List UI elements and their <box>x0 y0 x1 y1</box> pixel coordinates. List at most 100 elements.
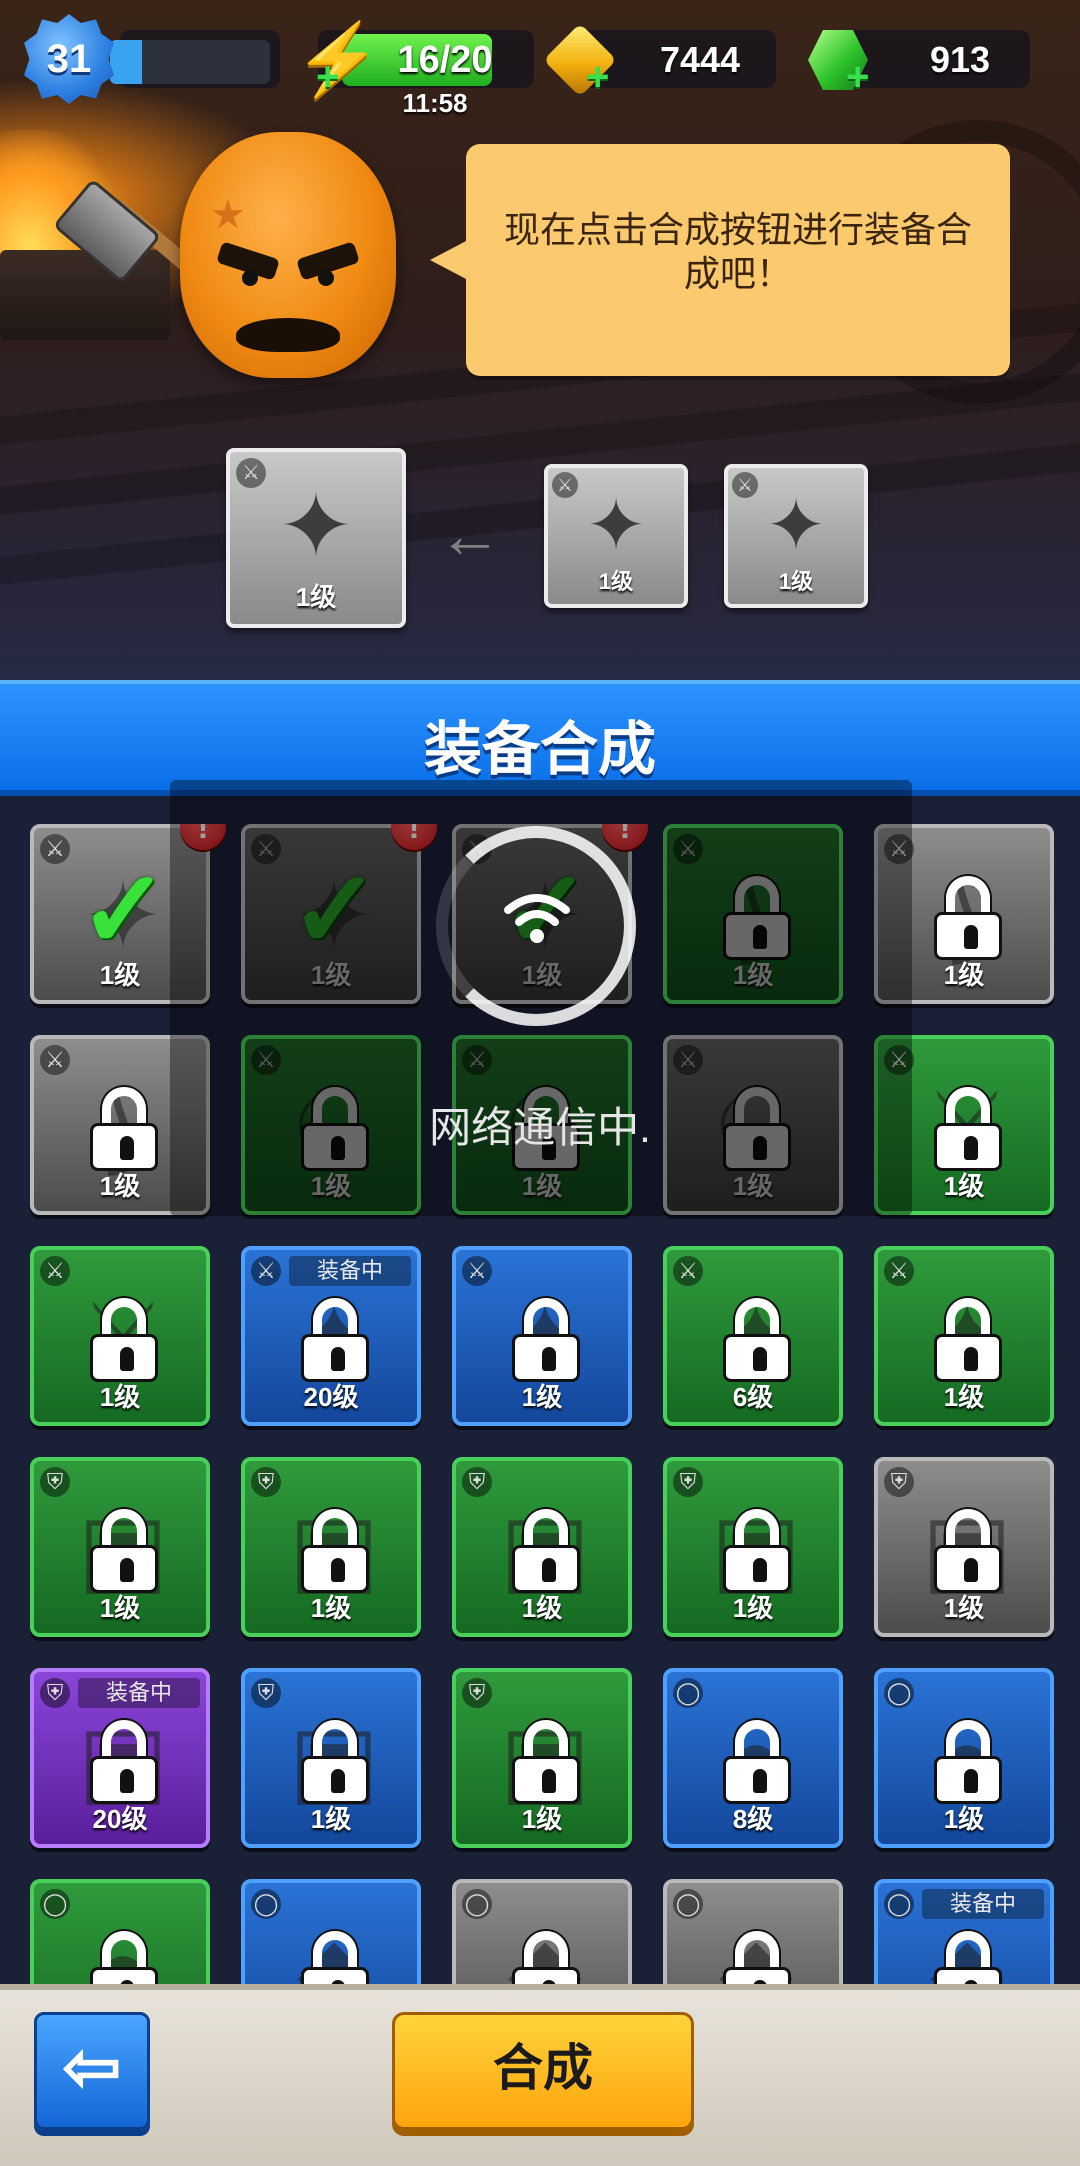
add-energy-icon[interactable]: + <box>316 57 346 97</box>
armor-type-icon: ⛨ <box>884 1467 914 1497</box>
equipment-slot[interactable]: ⚔✦1级 <box>452 1246 632 1426</box>
lock-icon <box>512 1509 580 1593</box>
ring-type-icon: ◯ <box>462 1889 492 1919</box>
lock-icon <box>301 1720 369 1804</box>
fuse-material-slot-1[interactable]: ⚔ ✦ 1级 <box>544 464 688 608</box>
shuriken-icon: ✦ <box>585 486 647 566</box>
equipped-badge: 装备中 <box>289 1256 411 1286</box>
weapon-type-icon: ⚔ <box>40 1256 70 1286</box>
fuse-button[interactable]: 合成 <box>392 2012 694 2130</box>
arrow-left-icon: ⇦ <box>62 2028 122 2106</box>
equipment-slot[interactable]: ◯ ● <box>30 1879 210 1984</box>
energy-timer: 11:58 <box>402 88 468 118</box>
weapon-type-icon: ⚔ <box>673 1256 703 1286</box>
blacksmith-eye <box>242 270 258 286</box>
lock-icon <box>90 1720 158 1804</box>
lock-icon <box>512 1298 580 1382</box>
weapon-type-icon: ⚔ <box>884 1256 914 1286</box>
item-level: 1级 <box>99 1382 141 1412</box>
equipped-badge: 装备中 <box>922 1889 1044 1919</box>
item-level: 1级 <box>99 1593 141 1623</box>
lock-icon <box>90 1931 158 1984</box>
fuse-material-slot-2[interactable]: ⚔ ✦ 1级 <box>724 464 868 608</box>
lock-icon <box>301 1509 369 1593</box>
lock-icon <box>301 1931 369 1984</box>
lock-icon <box>512 1931 580 1984</box>
item-level: 6级 <box>732 1382 774 1412</box>
equipment-slot[interactable]: ◯ ◆ <box>663 1879 843 1984</box>
ring-type-icon: ◯ <box>40 1889 70 1919</box>
blacksmith-character: ★ <box>180 132 396 378</box>
equipment-slot[interactable]: ⚔✦6级 <box>663 1246 843 1426</box>
equipment-slot[interactable]: ⛨▣1级 <box>241 1668 421 1848</box>
item-level: 8级 <box>732 1804 774 1834</box>
armor-type-icon: ⛨ <box>673 1467 703 1497</box>
ring-type-icon: ◯ <box>884 1678 914 1708</box>
blacksmith-mustache <box>236 318 340 352</box>
equipment-slot[interactable]: ⛨▣装备中20级 <box>30 1668 210 1848</box>
checkmark-icon: ✓ <box>78 849 170 970</box>
weapon-type-icon: ⚔ <box>40 1045 70 1075</box>
lock-icon <box>934 876 1002 960</box>
equipment-slot[interactable]: ⛨▣1级 <box>241 1457 421 1637</box>
equipment-slot[interactable]: ◯●8级 <box>663 1668 843 1848</box>
gem-value: 913 <box>929 39 991 80</box>
weapon-type-icon: ⚔ <box>251 1256 281 1286</box>
lock-icon <box>934 1931 1002 1984</box>
lock-icon <box>90 1087 158 1171</box>
lock-icon <box>723 1298 791 1382</box>
speech-text: 现在点击合成按钮进行装备合成吧！ <box>503 209 972 294</box>
equipment-slot[interactable]: ⚔✦1级 <box>874 1246 1054 1426</box>
equipment-slot[interactable]: ⚔✦装备中20级 <box>241 1246 421 1426</box>
lock-icon <box>723 1931 791 1984</box>
ring-type-icon: ◯ <box>673 1678 703 1708</box>
armor-type-icon: ⛨ <box>40 1467 70 1497</box>
lock-icon <box>90 1298 158 1382</box>
equipment-slot[interactable]: ⛨▣1级 <box>452 1457 632 1637</box>
equipment-slot[interactable]: ⛨▣1级 <box>874 1457 1054 1637</box>
item-level: 1级 <box>943 1382 985 1412</box>
lock-icon <box>723 1720 791 1804</box>
equipment-slot[interactable]: ◯ ◆ <box>241 1879 421 1984</box>
equipment-slot[interactable]: ◯ ◆ <box>452 1879 632 1984</box>
equipment-slot[interactable]: ⚔⚔1级 <box>30 1246 210 1426</box>
fusion-header: 装备合成 <box>0 680 1080 796</box>
item-level: 1级 <box>521 1593 563 1623</box>
armor-type-icon: ⛨ <box>462 1678 492 1708</box>
equipment-slot[interactable]: ⛨▣1级 <box>30 1457 210 1637</box>
item-level: 1级 <box>310 1804 352 1834</box>
shuriken-icon: ✦ <box>765 486 827 566</box>
item-level: 20级 <box>92 1804 148 1834</box>
lock-icon <box>934 1298 1002 1382</box>
lock-icon <box>934 1087 1002 1171</box>
ring-type-icon: ◯ <box>884 1889 914 1919</box>
add-gold-icon[interactable]: + <box>586 57 616 97</box>
lock-icon <box>90 1509 158 1593</box>
page-title: 装备合成 <box>423 717 656 782</box>
xp-bar <box>110 40 270 84</box>
speech-bubble: 现在点击合成按钮进行装备合成吧！ <box>430 144 1010 376</box>
armor-type-icon: ⛨ <box>251 1678 281 1708</box>
add-gem-icon[interactable]: + <box>846 57 876 97</box>
item-level: 1级 <box>943 1804 985 1834</box>
equipped-badge: 装备中 <box>78 1678 200 1708</box>
item-level: 20级 <box>303 1382 359 1412</box>
fuse-result-level: 1级 <box>295 582 337 612</box>
equipment-slot[interactable]: ⛨▣1级 <box>663 1457 843 1637</box>
back-button[interactable]: ⇦ <box>34 2012 150 2130</box>
fuse-result-slot[interactable]: ⚔ ✦ 1级 <box>226 448 406 628</box>
weapon-type-icon: ⚔ <box>40 834 70 864</box>
item-level: 1级 <box>732 1593 774 1623</box>
lock-icon <box>512 1720 580 1804</box>
equipment-slot[interactable]: ◯ ◆ 装备中 <box>874 1879 1054 1984</box>
equipment-slot[interactable]: ⛨▣1级 <box>452 1668 632 1848</box>
item-level: 1级 <box>943 1593 985 1623</box>
equipment-slot[interactable]: ◯●1级 <box>874 1668 1054 1848</box>
item-level: 1级 <box>310 1593 352 1623</box>
shuriken-icon: ✦ <box>278 477 354 577</box>
armor-type-icon: ⛨ <box>251 1467 281 1497</box>
anvil <box>0 250 170 340</box>
xp-bar-fill <box>110 40 142 84</box>
item-level: 1级 <box>521 1382 563 1412</box>
fuse-material-level: 1级 <box>598 569 634 594</box>
